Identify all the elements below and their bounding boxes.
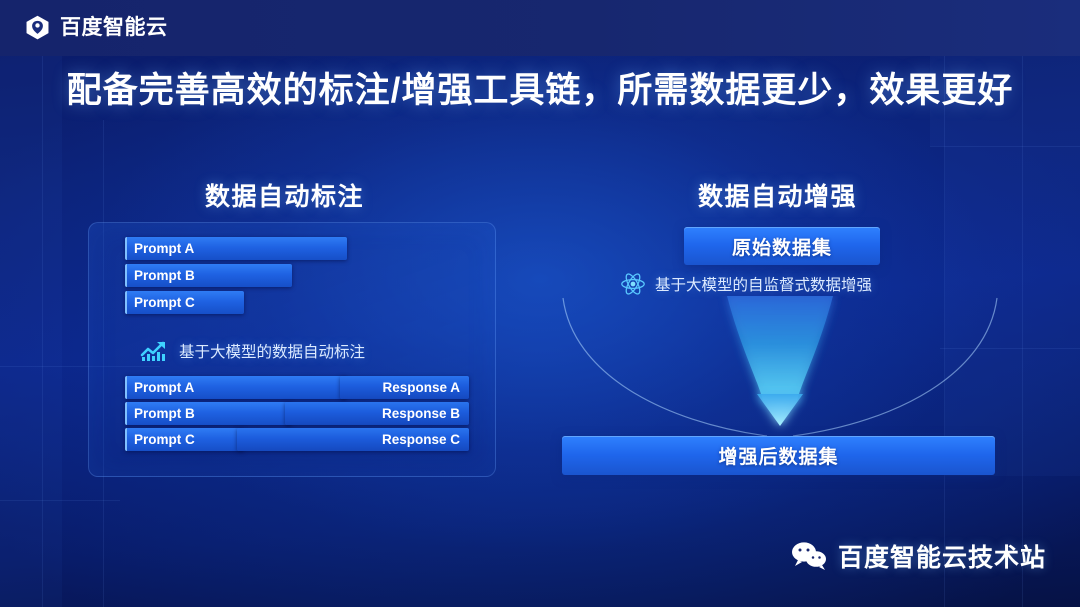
brand-lockup: 百度智能云 <box>24 14 168 41</box>
baidu-cloud-hexagon-logo-icon <box>26 15 49 40</box>
bg-panel-1 <box>0 56 62 607</box>
page-title: 配备完善高效的标注/增强工具链，所需数据更少，效果更好 <box>66 71 1014 110</box>
left-section-heading: 数据自动标注 <box>205 183 365 211</box>
response-bar[interactable]: Response B <box>285 402 469 425</box>
result-dataset-label: 增强后数据集 <box>718 447 839 468</box>
response-bar[interactable]: Response A <box>340 376 469 399</box>
prompt-bar-paired[interactable]: Prompt B <box>125 402 292 425</box>
down-arrow-funnel-icon <box>562 296 998 437</box>
bg-line-h1 <box>930 146 1080 147</box>
left-caption: 基于大模型的数据自动标注 <box>140 339 365 363</box>
prompt-bar-label: Prompt A <box>134 241 195 256</box>
bg-line-h4 <box>0 500 120 501</box>
prompt-bar-label: Prompt C <box>134 295 195 310</box>
bg-line-v4 <box>1022 56 1023 607</box>
right-section-heading: 数据自动增强 <box>698 183 858 211</box>
prompt-bar-label: Prompt B <box>134 268 195 283</box>
right-caption: 基于大模型的自监督式数据增强 <box>620 271 872 297</box>
slide-canvas: 百度智能云 配备完善高效的标注/增强工具链，所需数据更少，效果更好 数据自动标注… <box>0 0 1080 607</box>
result-dataset-button[interactable]: 增强后数据集 <box>562 436 995 475</box>
top-brand-band: 百度智能云 <box>0 0 1080 56</box>
wechat-icon <box>792 542 826 570</box>
prompt-bar[interactable]: Prompt A <box>125 237 347 260</box>
response-bar-label: Response A <box>382 380 460 395</box>
response-bar-label: Response C <box>381 432 460 447</box>
prompt-bar-label: Prompt B <box>134 406 195 421</box>
response-bar[interactable]: Response C <box>237 428 469 451</box>
atom-icon <box>621 273 645 295</box>
prompt-bar-paired[interactable]: Prompt A <box>125 376 347 399</box>
prompt-bar[interactable]: Prompt B <box>125 264 292 287</box>
prompt-bar[interactable]: Prompt C <box>125 291 244 314</box>
brand-name: 百度智能云 <box>60 16 168 39</box>
prompt-bar-label: Prompt C <box>134 432 195 447</box>
watermark: 百度智能云技术站 <box>790 538 1046 574</box>
source-dataset-label: 原始数据集 <box>731 237 832 259</box>
growth-chart-icon <box>140 341 165 361</box>
prompt-bar-label: Prompt A <box>134 380 195 395</box>
prompt-bar-paired[interactable]: Prompt C <box>125 428 244 451</box>
watermark-text: 百度智能云技术站 <box>838 544 1047 572</box>
bg-line-v1 <box>42 56 43 607</box>
left-caption-text: 基于大模型的数据自动标注 <box>179 344 366 361</box>
response-bar-label: Response B <box>381 406 460 421</box>
source-dataset-button[interactable]: 原始数据集 <box>684 227 880 265</box>
right-caption-text: 基于大模型的自监督式数据增强 <box>655 277 873 294</box>
